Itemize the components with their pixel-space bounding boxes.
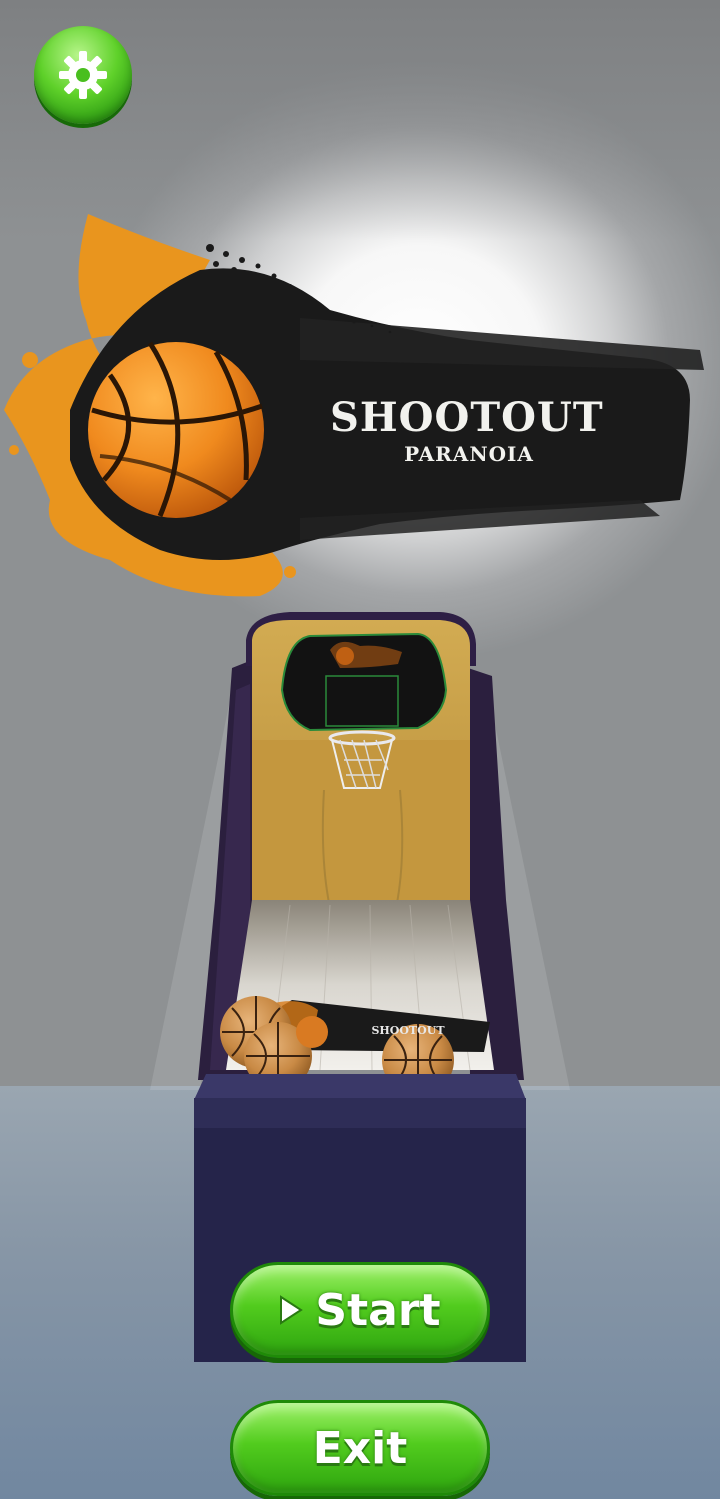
logo-subtitle: PARANOIA bbox=[404, 442, 534, 466]
exit-button-label: Exit bbox=[312, 1422, 408, 1474]
logo-title: SHOOTOUT bbox=[330, 394, 604, 441]
settings-button[interactable] bbox=[34, 26, 132, 124]
machine-logo-text: SHOOTOUT bbox=[371, 1024, 445, 1037]
basketball-icon bbox=[88, 341, 264, 518]
start-button-label: Start bbox=[315, 1284, 441, 1336]
play-icon bbox=[280, 1295, 304, 1325]
gear-icon bbox=[59, 51, 107, 99]
exit-button[interactable]: Exit bbox=[230, 1400, 490, 1496]
start-button[interactable]: Start bbox=[230, 1262, 490, 1358]
game-scene: SHOOTOUT SHOOTOUT PARANOIA Start Exit bbox=[0, 0, 720, 1499]
